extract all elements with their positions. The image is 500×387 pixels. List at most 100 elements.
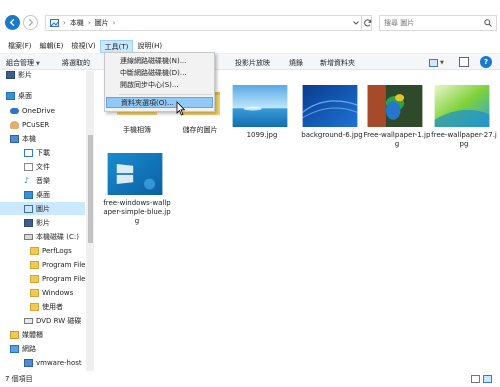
- sidebar-item-desktop[interactable]: 桌面: [0, 188, 85, 201]
- sidebar-item-users[interactable]: 使用者: [0, 300, 85, 313]
- sidebar-item-label: PCuSER: [22, 120, 50, 129]
- image-thumbnail: [434, 85, 490, 127]
- pictures-location-icon: [50, 19, 59, 27]
- preview-pane-button[interactable]: [459, 57, 469, 67]
- sidebar-item-local-disk[interactable]: 本機磁碟 (C:): [0, 230, 85, 243]
- image-thumbnail: [302, 85, 358, 127]
- image-file-item[interactable]: 1099.jpg: [227, 85, 297, 155]
- burn-button[interactable]: 燒錄: [289, 58, 303, 68]
- sidebar-item-this-pc[interactable]: 本機: [0, 132, 85, 145]
- menu-file[interactable]: 檔案(F): [4, 40, 36, 53]
- menu-item-folder-options[interactable]: 資料夾選項(O)...: [106, 97, 213, 108]
- breadcrumb-separator: ›: [63, 19, 66, 27]
- arrow-left-icon: [9, 18, 15, 27]
- sidebar-item-documents[interactable]: 文件: [0, 160, 85, 173]
- breadcrumb-separator: ›: [87, 19, 91, 27]
- back-button[interactable]: [5, 15, 20, 30]
- slideshow-button[interactable]: 投影片放映: [235, 58, 270, 68]
- folder-icon: [30, 302, 39, 311]
- menu-item-map-network-drive[interactable]: 連線網路磁碟機(N)...: [106, 56, 213, 67]
- image-file-item[interactable]: free-wallpaper-27.jpg: [429, 85, 499, 155]
- menu-edit[interactable]: 編輯(E): [36, 40, 68, 53]
- folder-icon: [30, 260, 39, 269]
- arrow-right-icon: [28, 18, 34, 27]
- file-name: background-6.jpg: [301, 131, 363, 139]
- address-bar[interactable]: › 本機 › 圖片 ›: [45, 15, 372, 31]
- sidebar-item-desktop-root[interactable]: 桌面: [0, 89, 85, 102]
- refresh-icon: [363, 19, 371, 27]
- organize-button[interactable]: 組合管理 ▼: [6, 58, 40, 68]
- chevron-down-icon: [352, 21, 359, 25]
- tools-menu: 連線網路磁碟機(N)... 中斷網路磁碟機(D)... 開啟同步中心(S)...…: [104, 52, 215, 112]
- menu-bar: 檔案(F) 編輯(E) 檢視(V) 工具(T) 說明(H): [0, 39, 500, 53]
- help-button[interactable]: ?: [480, 56, 492, 68]
- sidebar-item-dvd-drive[interactable]: DVD RW 磁碟: [0, 314, 85, 327]
- menu-tools[interactable]: 工具(T): [99, 39, 134, 53]
- large-icons-view-icon[interactable]: [483, 375, 492, 383]
- large-icons-view-icon: [429, 58, 438, 67]
- search-box[interactable]: [379, 15, 497, 31]
- search-icon[interactable]: [484, 19, 492, 27]
- menu-view[interactable]: 檢視(V): [67, 40, 99, 53]
- sidebar-item-label: 影片: [36, 218, 50, 227]
- include-in-library-button[interactable]: 將選取的: [62, 58, 90, 68]
- address-history-dropdown[interactable]: [350, 15, 361, 31]
- sidebar-item-label: PerfLogs: [42, 246, 72, 255]
- sidebar-item-label: OneDrive: [22, 106, 55, 115]
- file-name: 手機相簿: [123, 126, 151, 134]
- burn-label: 燒錄: [289, 59, 303, 67]
- image-file-item[interactable]: Free-wallpaper-1.jpg: [362, 85, 432, 155]
- desktop-icon: [24, 190, 33, 199]
- file-list: 手機相簿 儲存的圖片 1099.jpg background-6.jpg Fre…: [97, 71, 500, 371]
- sidebar-item-label: 媒體櫃: [22, 330, 43, 339]
- details-view-icon[interactable]: [471, 375, 480, 383]
- help-icon: ?: [483, 58, 489, 66]
- network-icon: [10, 344, 19, 353]
- breadcrumb-pictures[interactable]: 圖片: [95, 18, 109, 28]
- sidebar-scrollbar-thumb[interactable]: [88, 135, 93, 243]
- sidebar-item-network[interactable]: 網路: [0, 342, 85, 355]
- file-name: Free-wallpaper-1.jpg: [363, 131, 431, 148]
- sidebar-item-videos-top[interactable]: 影片: [0, 68, 85, 81]
- organize-label: 組合管理: [6, 59, 34, 67]
- sidebar-item-label: 本機: [22, 134, 36, 143]
- video-folder-icon: [24, 218, 33, 227]
- sidebar-item-program-files[interactable]: Program File: [0, 258, 85, 271]
- download-icon: [24, 148, 33, 157]
- sidebar-item-libraries[interactable]: 媒體櫃: [0, 328, 85, 341]
- sidebar-item-program-files-x86[interactable]: Program File: [0, 272, 85, 285]
- network-computer-icon: [24, 358, 33, 367]
- library-icon: [10, 330, 19, 339]
- sidebar-item-downloads[interactable]: 下載: [0, 146, 85, 159]
- file-name: 儲存的圖片: [182, 126, 218, 134]
- sidebar-item-label: 本機磁碟 (C:): [36, 232, 79, 241]
- view-switcher: [471, 375, 492, 383]
- sidebar-item-label: Windows: [42, 288, 74, 297]
- menu-help[interactable]: 說明(H): [133, 40, 166, 53]
- sidebar-item-user[interactable]: PCuSER: [0, 118, 85, 131]
- image-file-item[interactable]: background-6.jpg: [297, 85, 367, 155]
- menu-item-open-sync-center[interactable]: 開啟同步中心(S)...: [106, 80, 213, 91]
- sidebar-item-vmware-host[interactable]: vmware-host: [0, 356, 85, 369]
- search-input[interactable]: [384, 19, 484, 27]
- address-row: › 本機 › 圖片 ›: [0, 0, 500, 37]
- image-file-item[interactable]: free-windows-wallpaper-simple-blue.jpg: [102, 153, 172, 233]
- drive-icon: [24, 233, 33, 240]
- sidebar-item-windows[interactable]: Windows: [0, 286, 85, 299]
- computer-icon: [10, 134, 19, 143]
- include-label: 將選取的: [62, 59, 90, 67]
- breadcrumb-this-pc[interactable]: 本機: [70, 18, 84, 28]
- sidebar-item-label: Program File: [42, 260, 85, 269]
- forward-button[interactable]: [23, 15, 38, 30]
- refresh-button[interactable]: [361, 15, 373, 31]
- sidebar-item-music[interactable]: ♪ 音樂: [0, 174, 85, 187]
- menu-item-disconnect-network-drive[interactable]: 中斷網路磁碟機(D)...: [106, 68, 213, 79]
- sidebar-item-perflogs[interactable]: PerfLogs: [0, 244, 85, 257]
- sidebar-item-videos[interactable]: 影片: [0, 216, 85, 229]
- sidebar-item-label: Program File: [42, 274, 85, 283]
- new-folder-button[interactable]: 新增資料夾: [320, 58, 355, 68]
- change-view-button[interactable]: ▼: [429, 57, 451, 68]
- sidebar-item-pictures[interactable]: 圖片: [0, 202, 85, 215]
- sidebar-item-onedrive[interactable]: OneDrive: [0, 104, 85, 117]
- chevron-down-icon: ▼: [440, 59, 444, 66]
